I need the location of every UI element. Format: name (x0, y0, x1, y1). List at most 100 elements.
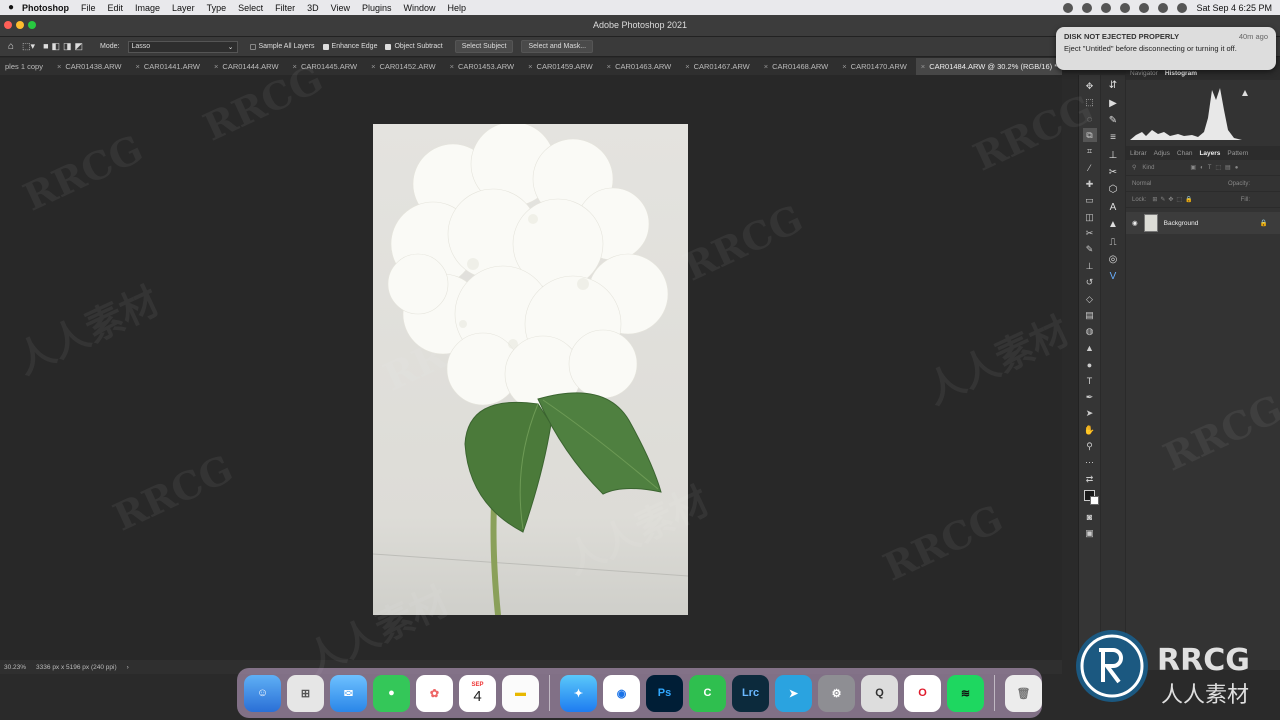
spotify-icon[interactable]: ≋ (947, 674, 984, 712)
lock-icon[interactable]: 🔒 (1260, 219, 1268, 227)
tab-libraries[interactable]: Librar (1130, 150, 1147, 157)
doc-tab[interactable]: × CAR01452.ARW (366, 58, 445, 75)
path-selection-tool-icon[interactable]: ➤ (1083, 407, 1097, 421)
close-tab-icon[interactable]: × (57, 62, 61, 71)
battery-icon[interactable] (1158, 2, 1169, 13)
swap-colors-icon[interactable]: ⇄ (1083, 472, 1097, 486)
sample-all-layers-checkbox[interactable] (249, 43, 256, 50)
3d-icon[interactable]: ⬡ (1105, 182, 1121, 198)
paragraph-icon[interactable]: ⎍ (1105, 234, 1121, 250)
photos-icon[interactable]: ✿ (416, 674, 453, 712)
brush-settings-icon[interactable]: ✎ (1105, 112, 1121, 128)
menu-type[interactable]: Type (207, 3, 227, 13)
lock-icons[interactable]: ⊞✎✥⬚🔒 (1152, 196, 1195, 203)
tab-channels[interactable]: Chan (1177, 150, 1193, 157)
menu-window[interactable]: Window (404, 3, 436, 13)
close-tab-icon[interactable]: × (842, 62, 846, 71)
tab-adjustments[interactable]: Adjus (1154, 150, 1170, 157)
menu-filter[interactable]: Filter (275, 3, 295, 13)
quicktime-icon[interactable]: Q (861, 674, 898, 712)
hand-tool-icon[interactable]: ✋ (1083, 423, 1097, 437)
fill-label[interactable]: Fill: (1241, 197, 1250, 203)
zoom-tool-icon[interactable]: ⚲ (1083, 439, 1097, 453)
opacity-label[interactable]: Opacity: (1228, 181, 1250, 187)
launchpad-icon[interactable]: ⊞ (287, 674, 324, 712)
status-icon-2[interactable] (1082, 2, 1093, 13)
clone-source-icon[interactable]: ⊥ (1105, 147, 1121, 163)
menubar-clock[interactable]: Sat Sep 4 6:25 PM (1196, 3, 1272, 13)
doc-tab[interactable]: × CAR01459.ARW (523, 58, 602, 75)
glyphs-icon[interactable]: ▲ (1105, 217, 1121, 233)
trash-icon[interactable]: 🗑 (1005, 674, 1042, 712)
tab-navigator[interactable]: Navigator (1130, 70, 1158, 77)
sphere-icon[interactable]: ◎ (1105, 251, 1121, 267)
tools-settings-icon[interactable]: ✂ (1105, 165, 1121, 181)
menu-image[interactable]: Image (135, 3, 160, 13)
doc-tab[interactable]: × CAR01438.ARW (52, 58, 131, 75)
selection-mode-icons[interactable]: ■◧◨◩ (43, 41, 86, 52)
adjustments-icon[interactable]: ≡ (1105, 130, 1121, 146)
close-tab-icon[interactable]: × (371, 62, 375, 71)
wifi-icon[interactable] (1139, 2, 1150, 13)
doc-tab[interactable]: ples 1 copy (0, 58, 52, 75)
object-subtract-checkbox[interactable] (385, 43, 392, 50)
tab-layers[interactable]: Layers (1199, 150, 1220, 157)
close-tab-icon[interactable]: × (921, 62, 925, 71)
blend-mode-select[interactable]: Normal (1132, 181, 1151, 187)
status-menu-arrow[interactable]: › (127, 664, 129, 671)
camtasia-icon[interactable]: C (689, 674, 726, 712)
doc-tab[interactable]: × CAR01468.ARW (759, 58, 838, 75)
document-image[interactable] (373, 124, 688, 615)
menu-plugins[interactable]: Plugins (362, 3, 392, 13)
canvas-area[interactable] (0, 75, 1062, 660)
status-icon-4[interactable] (1120, 2, 1131, 13)
doc-tab[interactable]: × CAR01470.ARW (837, 58, 916, 75)
tool-preset-icon[interactable]: ⬚▾ (22, 41, 35, 52)
chrome-icon[interactable]: ◉ (603, 674, 640, 712)
opera-icon[interactable]: O (904, 674, 941, 712)
zoom-level[interactable]: 30.23% (4, 664, 26, 671)
patch-tool-icon[interactable]: ◫ (1083, 210, 1097, 224)
finder-icon[interactable]: ☺ (244, 674, 281, 712)
close-tab-icon[interactable]: × (214, 62, 218, 71)
doc-tab-active[interactable]: × CAR01484.ARW @ 30.2% (RGB/16) * (915, 58, 1062, 75)
safari-icon[interactable]: ✦ (560, 674, 597, 712)
status-icon-3[interactable] (1101, 2, 1112, 13)
marquee-tool-icon[interactable]: ⬚ (1083, 96, 1097, 110)
messages-icon[interactable]: ● (373, 674, 410, 712)
sharpen-tool-icon[interactable]: ▲ (1083, 341, 1097, 355)
blur-tool-icon[interactable]: ◍ (1083, 325, 1097, 339)
close-tab-icon[interactable]: × (607, 62, 611, 71)
doc-tab[interactable]: × CAR01463.ARW (602, 58, 681, 75)
move-tool-icon[interactable]: ✥ (1083, 79, 1097, 93)
menu-file[interactable]: File (81, 3, 96, 13)
history-brush-tool-icon[interactable]: ↺ (1083, 276, 1097, 290)
layer-row[interactable]: ◉ Background 🔒 (1126, 212, 1280, 234)
crop-tool-icon[interactable]: ⌗ (1083, 145, 1097, 159)
stamp-tool-icon[interactable]: ⊥ (1083, 259, 1097, 273)
type-tool-icon[interactable]: T (1083, 374, 1097, 388)
tab-histogram[interactable]: Histogram (1165, 70, 1197, 77)
layer-name[interactable]: Background (1164, 220, 1199, 227)
ruler-tool-icon[interactable]: ▭ (1083, 194, 1097, 208)
menu-view[interactable]: View (331, 3, 350, 13)
menu-select[interactable]: Select (238, 3, 263, 13)
doc-tab[interactable]: × CAR01445.ARW (288, 58, 367, 75)
menu-app-name[interactable]: Photoshop (22, 3, 69, 13)
menu-help[interactable]: Help (448, 3, 467, 13)
doc-tab[interactable]: × CAR01453.ARW (445, 58, 524, 75)
quick-mask-icon[interactable]: ◙ (1083, 510, 1097, 524)
character-icon[interactable]: A (1105, 199, 1121, 215)
close-tab-icon[interactable]: × (528, 62, 532, 71)
search-icon[interactable] (1177, 2, 1188, 13)
menu-edit[interactable]: Edit (108, 3, 124, 13)
enhance-edge-checkbox[interactable] (322, 43, 329, 50)
telegram-icon[interactable]: ➤ (775, 674, 812, 712)
home-icon[interactable]: ⌂ (8, 41, 14, 52)
more-tools-icon[interactable]: ⋯ (1083, 456, 1097, 470)
arrange-icon[interactable]: ⇵ (1105, 78, 1121, 94)
apple-icon[interactable]: ● (0, 2, 22, 13)
gradient-tool-icon[interactable]: ▤ (1083, 308, 1097, 322)
play-icon[interactable]: ▶ (1105, 95, 1121, 111)
healing-brush-tool-icon[interactable]: ✚ (1083, 177, 1097, 191)
